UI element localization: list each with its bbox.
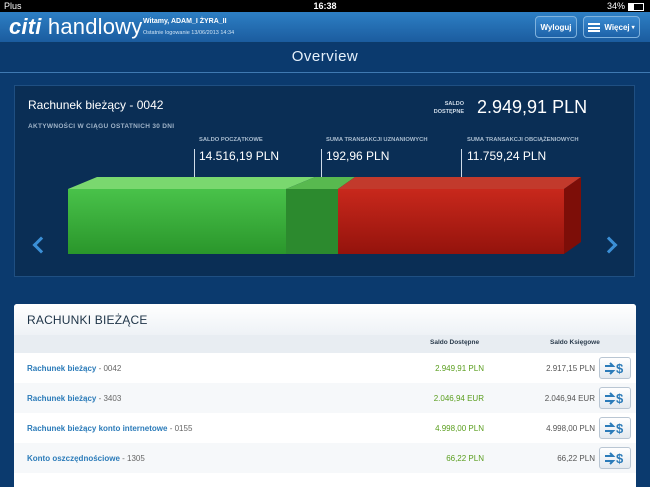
opening-balance-bar <box>68 189 286 254</box>
svg-text:$: $ <box>616 391 624 406</box>
app-header: citi handlowy Witamy, ADAM_I ŻYRA_II Ost… <box>0 12 650 43</box>
account-link[interactable]: Konto oszczędnościowe <box>27 454 120 463</box>
account-name: Rachunek bieżący - 0042 <box>27 364 121 373</box>
battery-icon <box>628 2 644 11</box>
last-login-text: Ostatnie logowanie 13/06/2013 14:34 <box>143 30 235 36</box>
available-balance-cell: 4.998,00 PLN <box>435 424 484 433</box>
account-name: Rachunek bieżący konto internetowe - 015… <box>27 424 192 433</box>
welcome-text: Witamy, ADAM_I ŻYRA_II <box>143 18 227 25</box>
available-balance-cell: 2.949,91 PLN <box>435 364 484 373</box>
logo-product: handlowy <box>47 14 143 39</box>
balance-flow-bars <box>68 177 581 254</box>
logout-label: Wyloguj <box>540 22 572 32</box>
table-row-partial <box>14 473 636 487</box>
transfer-money-icon: $ <box>605 451 624 466</box>
account-link[interactable]: Rachunek bieżący <box>27 364 96 373</box>
svg-text:$: $ <box>616 421 624 436</box>
battery-percent: 34% <box>606 1 625 11</box>
booked-balance-cell: 66,22 PLN <box>557 454 595 463</box>
logo-brand: citi <box>9 14 42 39</box>
transfer-button[interactable]: $ <box>599 387 631 409</box>
transfer-money-icon: $ <box>605 421 624 436</box>
debits-bar-side <box>564 177 581 254</box>
debits-bar <box>338 189 564 254</box>
transfer-money-icon: $ <box>605 391 624 406</box>
dropdown-caret-icon: ▾ <box>631 24 635 31</box>
clock: 16:38 <box>313 1 337 11</box>
account-number-suffix: - 3403 <box>96 394 122 403</box>
booked-balance-cell: 2.046,94 EUR <box>544 394 595 403</box>
accounts-column-headers: Saldo Dostępne Saldo Księgowe <box>14 335 636 354</box>
booked-balance-cell: 4.998,00 PLN <box>546 424 595 433</box>
opening-balance-bar-top <box>68 177 315 189</box>
account-number-suffix: - 1305 <box>119 454 145 463</box>
account-name: Konto oszczędnościowe - 1305 <box>27 454 145 463</box>
transfer-button[interactable]: $ <box>599 447 631 469</box>
debits-bar-top <box>338 177 581 189</box>
svg-text:$: $ <box>616 361 624 376</box>
logout-button[interactable]: Wyloguj <box>535 16 577 38</box>
available-balance-cell: 2.046,94 EUR <box>433 394 484 403</box>
transfer-button[interactable]: $ <box>599 357 631 379</box>
more-label: Więcej <box>604 22 630 32</box>
account-name: Rachunek bieżący - 3403 <box>27 394 121 403</box>
booked-balance-cell: 2.917,15 PLN <box>546 364 595 373</box>
account-link[interactable]: Rachunek bieżący <box>27 394 96 403</box>
table-row[interactable]: Rachunek bieżący konto internetowe - 015… <box>14 413 636 444</box>
title-divider <box>0 72 650 73</box>
accounts-section-header: RACHUNKI BIEŻĄCE <box>14 304 636 336</box>
status-bar: Plus 16:38 34% <box>0 0 650 12</box>
account-summary-panel[interactable]: Rachunek bieżący - 0042 AKTYWNOŚCI W CIĄ… <box>14 85 635 277</box>
page-title: Overview <box>291 48 359 65</box>
account-number-suffix: - 0042 <box>96 364 122 373</box>
more-menu-button[interactable]: Więcej ▾ <box>583 16 640 38</box>
account-link[interactable]: Rachunek bieżący konto internetowe <box>27 424 167 433</box>
table-row[interactable]: Konto oszczędnościowe - 1305 66,22 PLN 6… <box>14 443 636 474</box>
table-row[interactable]: Rachunek bieżący - 3403 2.046,94 EUR 2.0… <box>14 383 636 414</box>
svg-text:$: $ <box>616 451 624 466</box>
transfer-button[interactable]: $ <box>599 417 631 439</box>
account-number-suffix: - 0155 <box>167 424 193 433</box>
col-booked-balance: Saldo Księgowe <box>550 339 600 346</box>
table-row[interactable]: Rachunek bieżący - 0042 2.949,91 PLN 2.9… <box>14 353 636 384</box>
citi-handlowy-logo: citi handlowy <box>9 14 142 40</box>
menu-icon <box>588 22 601 32</box>
credits-bar <box>286 189 338 254</box>
col-available-balance: Saldo Dostępne <box>430 339 480 346</box>
available-balance-cell: 66,22 PLN <box>446 454 484 463</box>
battery-indicator: 34% <box>607 1 644 11</box>
accounts-section-title: RACHUNKI BIEŻĄCE <box>27 313 148 327</box>
accounts-table: RACHUNKI BIEŻĄCE Saldo Dostępne Saldo Ks… <box>14 304 636 487</box>
transfer-money-icon: $ <box>605 361 624 376</box>
